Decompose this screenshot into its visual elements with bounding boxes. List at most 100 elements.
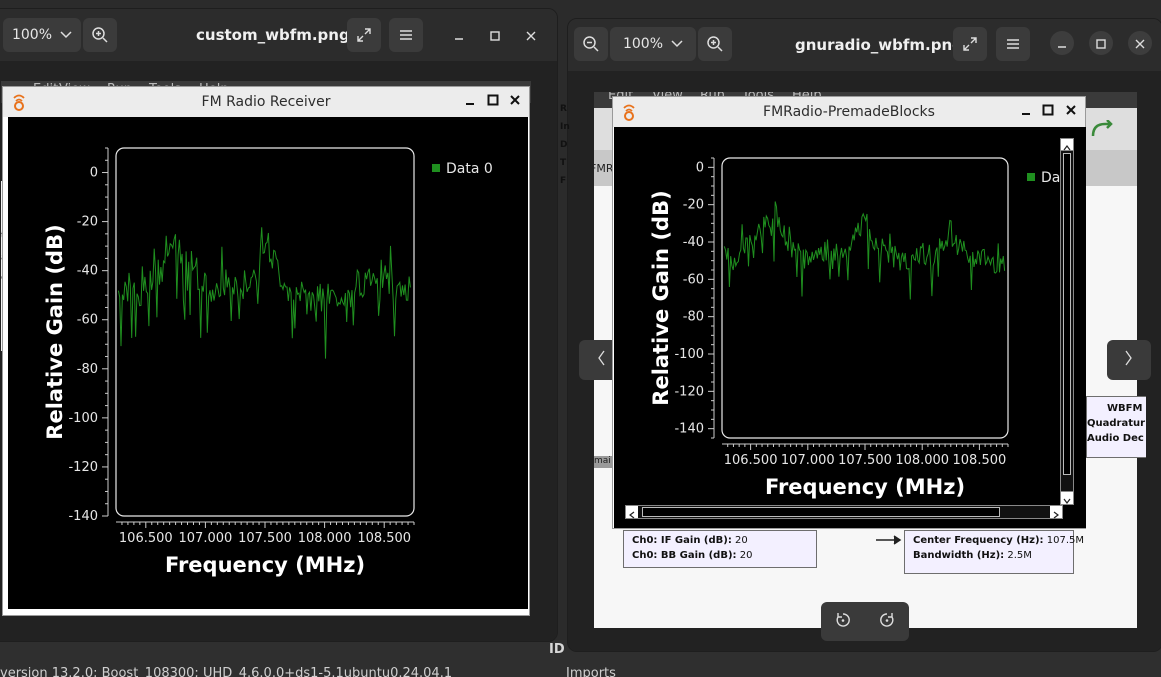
fmradio-premadeblocks-window: FMRadio-PremadeBlocks 0 -20 -40 -60 -80 -100 -… (612, 96, 1086, 529)
maximize-button[interactable] (1089, 31, 1113, 55)
y-tick-label: -100 (68, 411, 98, 426)
param-value: 20 (739, 550, 753, 561)
fullscreen-button[interactable] (347, 18, 381, 52)
scroll-left-button[interactable] (626, 506, 638, 519)
rotate-toolbar (821, 602, 909, 641)
scroll-left-arrow-icon (626, 506, 638, 525)
fragment-text: In (560, 122, 570, 132)
zoom-level: 100% (622, 36, 664, 52)
y-axis-title: Relative Gain (dB) (649, 190, 673, 405)
rotate-right-button[interactable] (875, 610, 899, 634)
x-tick-label: 107.500 (238, 531, 292, 546)
scrollbar-thumb[interactable] (642, 507, 1000, 517)
qt-freq-sink-block[interactable]: Center Frequency (Hz): 107.5M Bandwidth … (904, 530, 1084, 574)
rotate-left-icon (834, 611, 852, 633)
frequency-plot-area: 0 -20 -40 -60 -80 -100 -120 -140 106.500 107.000 1… (614, 127, 1086, 528)
x-tick-label: 107.000 (179, 531, 233, 546)
y-tick-label: -40 (683, 235, 704, 250)
zoom-level-dropdown[interactable]: 100% (3, 18, 81, 52)
close-icon (1065, 104, 1077, 120)
qt-minimize-button[interactable] (461, 93, 479, 111)
qt-close-button[interactable] (1062, 103, 1080, 121)
qt-titlebar: FMRadio-PremadeBlocks (613, 97, 1085, 127)
fragment-text: D (560, 140, 568, 150)
y-tick-label: -80 (683, 310, 704, 325)
rotate-right-icon (878, 611, 896, 633)
scroll-right-arrow-icon (1050, 506, 1062, 525)
zoom-level-dropdown[interactable]: 100% (610, 27, 696, 61)
close-icon (509, 94, 521, 110)
menu-button[interactable] (996, 27, 1030, 61)
zoom-out-button[interactable] (574, 27, 608, 61)
close-icon (1135, 34, 1145, 53)
qt-maximize-button[interactable] (484, 93, 502, 111)
expand-icon (962, 36, 978, 52)
x-tick-label: 107.500 (838, 453, 892, 468)
y-tick-label: -140 (674, 422, 704, 437)
maximize-icon (490, 26, 500, 45)
x-tick-label: 107.000 (781, 453, 835, 468)
y-tick-label: -120 (68, 460, 98, 475)
param-value: 2.5M (1007, 550, 1032, 561)
horizontal-scrollbar[interactable] (625, 505, 1063, 519)
scroll-up-arrow-icon[interactable] (1061, 139, 1073, 151)
maximize-icon (1096, 34, 1106, 53)
param-label: Center Frequency (Hz): (913, 535, 1044, 546)
zoom-in-button[interactable] (698, 27, 732, 61)
legend-label: Data 0 (446, 161, 493, 177)
y-tick-label: 0 (90, 166, 98, 181)
legend-swatch (1027, 173, 1035, 181)
tab-label[interactable]: FMR (590, 162, 613, 175)
y-tick-label: -60 (683, 272, 704, 287)
hamburger-icon (1006, 38, 1020, 50)
redo-icon[interactable] (1089, 119, 1115, 144)
viewer-title: custom_wbfm.png (196, 26, 350, 44)
minimize-icon (1020, 104, 1032, 120)
grc-side-fragment: R In D T F (560, 98, 580, 188)
next-image-button[interactable] (1107, 340, 1151, 380)
qt-close-button[interactable] (506, 93, 524, 111)
fullscreen-button[interactable] (953, 27, 987, 61)
close-button[interactable] (1128, 31, 1152, 55)
minimize-button[interactable] (447, 23, 471, 47)
plot-frame (721, 157, 1009, 439)
param-label: Audio Dec (1087, 433, 1144, 444)
block-title: WBFM (1107, 403, 1143, 414)
menu-button[interactable] (389, 18, 423, 52)
y-tick-label: 0 (696, 160, 704, 175)
id-label: ID (549, 642, 565, 657)
close-button[interactable] (519, 23, 543, 47)
y-axis-title: Relative Gain (dB) (43, 224, 67, 439)
scrollbar-track[interactable] (1063, 153, 1071, 475)
x-tick-label: 106.500 (119, 531, 173, 546)
window-title: FMRadio-PremadeBlocks (763, 104, 935, 120)
qt-maximize-button[interactable] (1039, 103, 1057, 121)
param-label: Bandwidth (Hz): (913, 550, 1005, 561)
chevron-down-icon (671, 40, 683, 48)
zoom-in-button[interactable] (83, 18, 117, 52)
rotate-left-button[interactable] (831, 610, 855, 634)
plot-frame (115, 147, 415, 517)
y-tick-label: -60 (77, 313, 98, 328)
maximize-button[interactable] (483, 23, 507, 47)
x-tick-label: 108.000 (895, 453, 949, 468)
minimize-button[interactable] (1050, 31, 1074, 55)
imports-label: Imports (566, 666, 616, 677)
minimize-icon (1057, 34, 1067, 53)
scroll-right-button[interactable] (1050, 506, 1062, 519)
chevron-down-icon (60, 31, 72, 39)
vertical-scrollbar[interactable] (1060, 138, 1074, 504)
maximize-icon (1042, 104, 1054, 120)
chevron-left-icon (596, 349, 606, 372)
spectrum-trace (723, 201, 1006, 300)
right-viewer-header: 100% gnuradio_wbfm.png (568, 19, 1161, 71)
scroll-down-button[interactable] (1060, 491, 1074, 505)
grc-status-fragment: mai (594, 456, 614, 468)
osmosdr-source-block[interactable]: Ch0: IF Gain (dB): 20 Ch0: BB Gain (dB):… (623, 530, 817, 568)
y-tick-label: -140 (68, 509, 98, 524)
fragment-text: F (560, 176, 567, 186)
qt-minimize-button[interactable] (1017, 103, 1035, 121)
zoom-level: 100% (11, 27, 53, 43)
param-value: 20 (735, 535, 748, 546)
wbfm-receive-block[interactable]: WBFM Quadratur Audio Dec (1086, 396, 1146, 458)
